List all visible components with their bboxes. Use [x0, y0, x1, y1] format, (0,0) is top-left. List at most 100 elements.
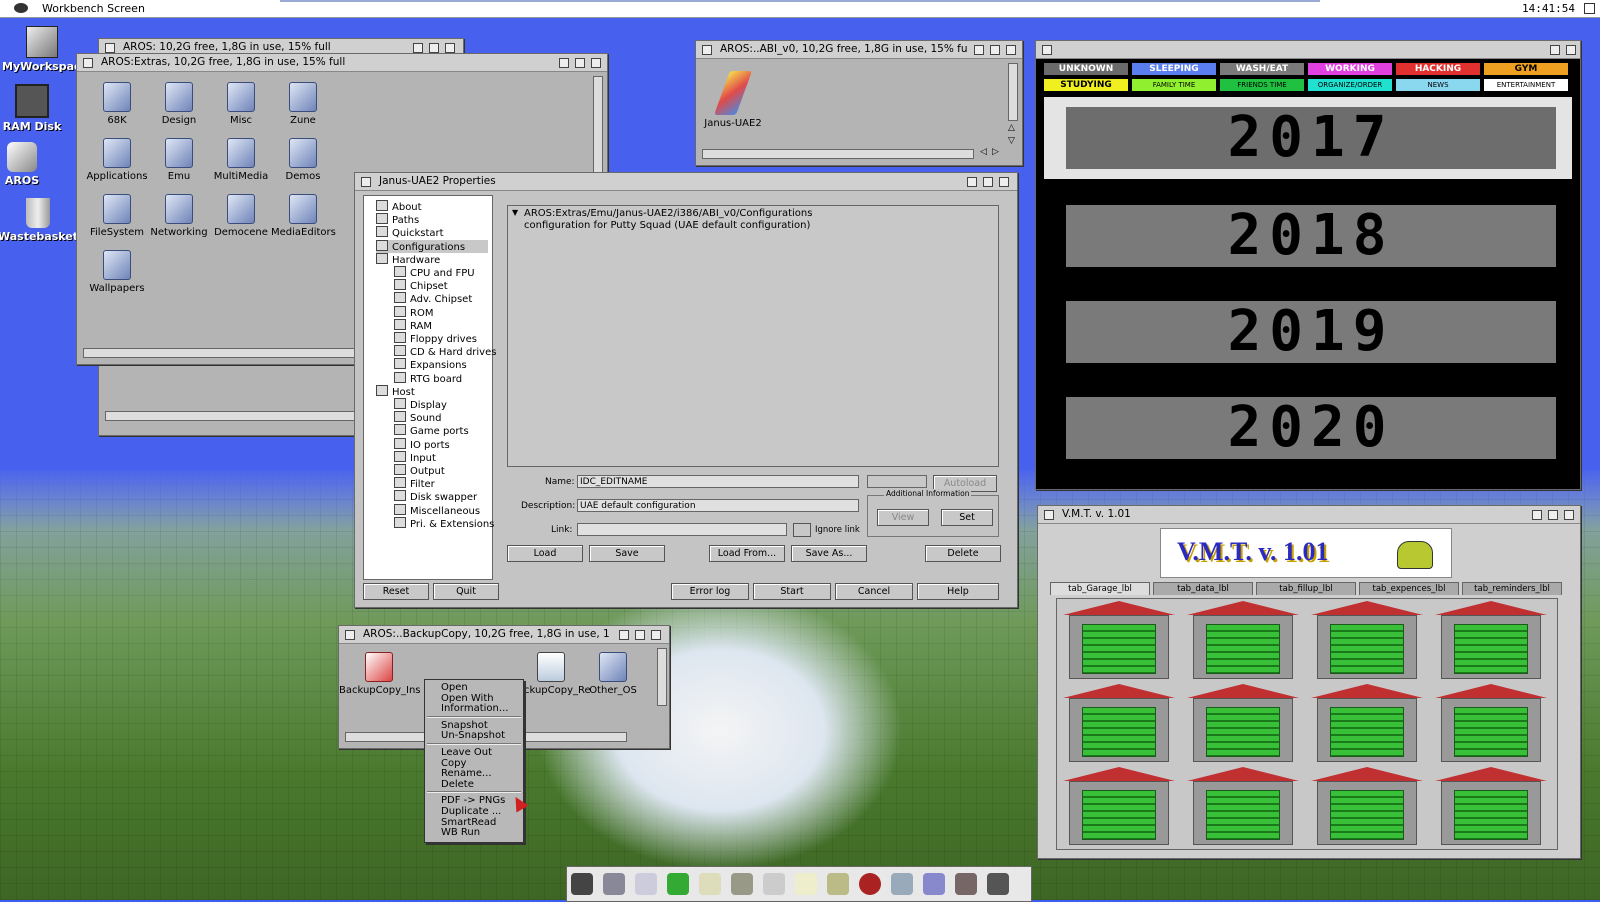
depth-icon[interactable]: [1564, 510, 1574, 520]
start-button[interactable]: Start: [753, 583, 831, 600]
tab-tab-garage-lbl[interactable]: tab_Garage_lbl: [1050, 582, 1150, 595]
iconify-icon[interactable]: [635, 630, 645, 640]
tree-item-floppy-drives[interactable]: Floppy drives: [394, 332, 477, 345]
desktop-icon-wastebasket[interactable]: Wastebasket: [0, 198, 78, 243]
zune-view-icon[interactable]: [763, 873, 785, 895]
menu-item-information[interactable]: Information...: [441, 703, 508, 714]
garage-slot[interactable]: [1185, 767, 1301, 847]
desktop-icon-aros[interactable]: AROS: [0, 142, 62, 187]
context-menu[interactable]: Open Open With Information... Snapshot Un-Sn…: [424, 679, 524, 843]
tree-item-filter[interactable]: Filter: [394, 477, 435, 490]
config-list[interactable]: ▼ AROS:Extras/Emu/Janus-UAE2/i386/ABI_v0…: [507, 205, 999, 467]
zoom-icon[interactable]: [619, 630, 629, 640]
config-path[interactable]: AROS:Extras/Emu/Janus-UAE2/i386/ABI_v0/C…: [524, 208, 812, 219]
activity-hacking[interactable]: HACKING: [1396, 63, 1480, 75]
tree-item-host[interactable]: Host: [376, 384, 415, 398]
settings-tree[interactable]: About Paths Quickstart Configurations Hardwa…: [363, 195, 496, 580]
close-icon[interactable]: [1044, 510, 1054, 520]
window-title-bar[interactable]: [1036, 41, 1580, 59]
tree-item-input[interactable]: Input: [394, 450, 436, 464]
iconify-icon[interactable]: [983, 177, 993, 187]
window-vmt[interactable]: V.M.T. v. 1.01 V.M.T. v. 1.01 tab_Garage…: [1037, 505, 1581, 859]
editor-icon[interactable]: [699, 873, 721, 895]
icon-multimedia[interactable]: MultiMedia: [209, 138, 273, 182]
tree-item-cd-hard-drives[interactable]: CD & Hard drives: [394, 345, 496, 358]
tree-item-sound[interactable]: Sound: [394, 411, 442, 424]
garage-slot[interactable]: [1433, 601, 1549, 681]
depth-icon[interactable]: [651, 630, 661, 640]
menu-item-duplicate[interactable]: Duplicate ...: [441, 806, 501, 817]
quit-button[interactable]: Quit: [433, 583, 499, 600]
close-icon[interactable]: [105, 43, 115, 53]
horizontal-scrollbar[interactable]: [702, 149, 974, 159]
icon-misc[interactable]: Misc: [209, 82, 273, 126]
tree-item-configurations[interactable]: Configurations: [376, 239, 488, 253]
dock-bar[interactable]: [566, 866, 1032, 902]
load-from-button[interactable]: Load From...: [709, 545, 785, 562]
icon-backupcopy-install[interactable]: BackupCopy_Ins: [339, 652, 421, 696]
tree-item-rtg-board[interactable]: RTG board: [394, 371, 462, 385]
garage-slot[interactable]: [1185, 601, 1301, 681]
icon-networking[interactable]: Networking: [147, 194, 211, 238]
tree-item-game-ports[interactable]: Game ports: [394, 424, 469, 437]
menu-item-pdf-pngs[interactable]: PDF -> PNGs: [441, 795, 505, 806]
window-title-bar[interactable]: AROS:..ABI_v0, 10,2G free, 1,8G in use, …: [696, 41, 1022, 59]
activity-family-time[interactable]: FAMILY TIME: [1132, 79, 1216, 91]
iconify-icon[interactable]: [990, 45, 1000, 55]
scroll-up-icon[interactable]: △: [1008, 123, 1015, 133]
garage-slot[interactable]: [1061, 684, 1177, 764]
set-button[interactable]: Set: [941, 509, 993, 526]
zoom-icon[interactable]: [1532, 510, 1542, 520]
drawer-icon[interactable]: [603, 873, 625, 895]
menu-item-leave-out[interactable]: Leave Out: [441, 747, 492, 758]
close-icon[interactable]: [702, 45, 712, 55]
aros-logo-icon[interactable]: [14, 3, 28, 13]
tree-item-adv-chipset[interactable]: Adv. Chipset: [394, 292, 472, 305]
icon-other-os[interactable]: Other_OS: [581, 652, 645, 696]
icon-mediaeditors[interactable]: MediaEditors: [271, 194, 336, 238]
iconify-icon[interactable]: [575, 58, 585, 68]
activity-friends-time[interactable]: FRIENDS TIME: [1220, 79, 1304, 91]
window-title-bar[interactable]: V.M.T. v. 1.01: [1038, 506, 1580, 524]
window-title-bar[interactable]: AROS:Extras, 10,2G free, 1,8G in use, 15…: [77, 54, 607, 72]
activity-news[interactable]: NEWS: [1396, 79, 1480, 91]
monitor-icon[interactable]: [987, 873, 1009, 895]
icon-design[interactable]: Design: [147, 82, 211, 126]
activity-organize-order[interactable]: ORGANIZE/ORDER: [1308, 79, 1392, 91]
iconify-icon[interactable]: [1548, 510, 1558, 520]
tree-item-cpu-and-fpu[interactable]: CPU and FPU: [394, 266, 475, 279]
depth-icon[interactable]: [445, 43, 455, 53]
icon-filesystem[interactable]: FileSystem: [85, 194, 149, 238]
settings-icon[interactable]: [923, 873, 945, 895]
tree-item-io-ports[interactable]: IO ports: [394, 437, 450, 451]
icon-applications[interactable]: Applications: [85, 138, 149, 182]
icon-demos[interactable]: Demos: [271, 138, 335, 182]
tab-tab-expences-lbl[interactable]: tab_expences_lbl: [1359, 582, 1459, 595]
config-entry[interactable]: configuration for Putty Squad (UAE defau…: [524, 220, 810, 231]
desktop-icon-ram-disk[interactable]: RAM Disk: [0, 84, 72, 133]
icon-democene[interactable]: Democene: [209, 194, 273, 238]
name-field[interactable]: IDC_EDITNAME: [577, 475, 859, 488]
tree-item-about[interactable]: About: [376, 200, 422, 213]
activity-gym[interactable]: GYM: [1484, 63, 1568, 75]
garage-slot[interactable]: [1309, 601, 1425, 681]
garage-slot[interactable]: [1309, 767, 1425, 847]
zoom-icon[interactable]: [413, 43, 423, 53]
horizontal-scrollbar[interactable]: [105, 411, 357, 421]
tab-tab-fillup-lbl[interactable]: tab_fillup_lbl: [1256, 582, 1356, 595]
activity-working[interactable]: WORKING: [1308, 63, 1392, 75]
icon-wallpapers[interactable]: Wallpapers: [85, 250, 149, 294]
menu-item-open[interactable]: Open: [441, 682, 468, 693]
menu-item-open-with[interactable]: Open With: [441, 693, 494, 704]
garage-slot[interactable]: [1061, 601, 1177, 681]
expand-arrow-icon[interactable]: ▼: [512, 208, 518, 217]
tree-item-hardware[interactable]: Hardware: [376, 252, 440, 266]
activity-entertainment[interactable]: ENTERTAINMENT: [1484, 79, 1568, 91]
save-button[interactable]: Save: [589, 545, 665, 562]
screen-depth-icon[interactable]: [1584, 3, 1595, 14]
menu-item-wb-run[interactable]: WB Run: [441, 827, 480, 838]
menu-item-snapshot[interactable]: Snapshot: [441, 720, 488, 731]
aros-logo-icon[interactable]: [571, 873, 593, 895]
year-2017[interactable]: 2017: [1066, 107, 1556, 169]
prefs-icon[interactable]: [827, 873, 849, 895]
